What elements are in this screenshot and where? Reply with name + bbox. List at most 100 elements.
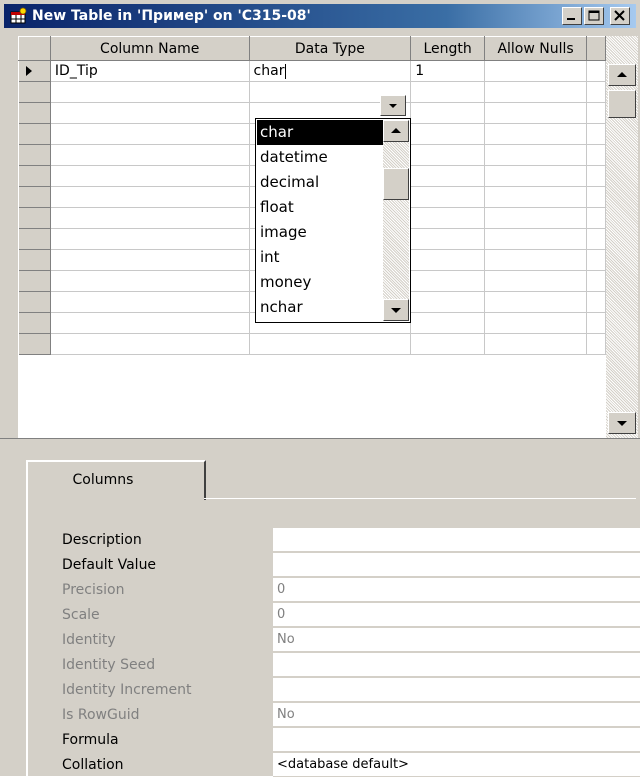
length-cell[interactable] xyxy=(410,333,486,355)
allow-nulls-cell[interactable] xyxy=(484,144,588,166)
tab-columns[interactable]: Columns xyxy=(26,460,206,500)
column-name-cell[interactable] xyxy=(50,249,250,271)
row-selector[interactable] xyxy=(18,186,51,208)
row-spacer xyxy=(586,81,606,103)
length-cell[interactable] xyxy=(410,165,486,187)
data-type-dropdown-list[interactable]: char datetime decimal float image int mo… xyxy=(255,118,411,323)
maximize-button[interactable] xyxy=(584,7,604,25)
close-button[interactable] xyxy=(610,7,630,25)
column-name-cell[interactable] xyxy=(50,81,250,103)
scroll-up-button[interactable] xyxy=(608,64,636,86)
dropdown-option[interactable]: float xyxy=(257,195,386,220)
property-label: Precision xyxy=(62,582,125,598)
column-name-cell[interactable] xyxy=(50,228,250,250)
allow-nulls-cell[interactable] xyxy=(484,312,588,334)
table-designer-icon xyxy=(10,7,27,24)
column-name-cell[interactable] xyxy=(50,186,250,208)
description-field[interactable] xyxy=(273,528,640,552)
dropdown-option[interactable]: nchar xyxy=(257,295,386,320)
formula-field[interactable] xyxy=(273,728,640,752)
row-selector[interactable] xyxy=(18,81,51,103)
dropdown-scroll-down-button[interactable] xyxy=(383,299,409,321)
column-name-cell[interactable] xyxy=(50,312,250,334)
column-header-name[interactable]: Column Name xyxy=(49,36,250,61)
dropdown-option[interactable]: decimal xyxy=(257,170,386,195)
row-selector[interactable] xyxy=(18,207,51,229)
data-type-combo[interactable]: char xyxy=(249,60,412,82)
column-name-cell[interactable] xyxy=(50,102,250,124)
length-cell[interactable] xyxy=(410,144,486,166)
allow-nulls-cell[interactable] xyxy=(484,60,588,82)
dropdown-option[interactable]: datetime xyxy=(257,145,386,170)
allow-nulls-cell[interactable] xyxy=(484,123,588,145)
length-cell[interactable] xyxy=(410,249,486,271)
row-selector[interactable] xyxy=(18,291,51,313)
title-bar[interactable]: New Table in 'Пример' on 'C315-08' xyxy=(4,4,636,28)
allow-nulls-cell[interactable] xyxy=(484,186,588,208)
row-selector[interactable] xyxy=(18,228,51,250)
allow-nulls-cell[interactable] xyxy=(484,291,588,313)
row-selector[interactable] xyxy=(18,60,51,82)
allow-nulls-cell[interactable] xyxy=(484,333,588,355)
length-cell[interactable] xyxy=(410,270,486,292)
scroll-thumb[interactable] xyxy=(608,90,636,118)
table-row[interactable]: ID_Tip char 1 xyxy=(18,60,606,82)
row-selector[interactable] xyxy=(18,144,51,166)
column-name-cell[interactable]: ID_Tip xyxy=(50,60,250,82)
dropdown-scroll-thumb[interactable] xyxy=(383,168,409,200)
scroll-down-button[interactable] xyxy=(608,412,636,434)
column-name-cell[interactable] xyxy=(50,123,250,145)
row-spacer xyxy=(586,291,606,313)
row-selector[interactable] xyxy=(18,123,51,145)
data-type-dropdown-button[interactable] xyxy=(380,95,406,116)
length-cell[interactable] xyxy=(410,207,486,229)
data-type-cell[interactable] xyxy=(249,333,412,355)
length-cell[interactable] xyxy=(410,186,486,208)
column-name-cell[interactable] xyxy=(50,207,250,229)
close-icon xyxy=(614,10,625,21)
length-cell[interactable] xyxy=(410,81,486,103)
column-header-nulls[interactable]: Allow Nulls xyxy=(484,36,588,61)
minimize-button[interactable] xyxy=(562,7,582,25)
dropdown-scrollbar[interactable] xyxy=(383,120,409,321)
column-header-length[interactable]: Length xyxy=(410,36,486,61)
property-label: Scale xyxy=(62,607,100,623)
column-name-cell[interactable] xyxy=(50,333,250,355)
collation-field[interactable]: <database default> xyxy=(273,753,640,777)
default-value-field[interactable] xyxy=(273,553,640,577)
allow-nulls-cell[interactable] xyxy=(484,228,588,250)
length-cell[interactable] xyxy=(410,102,486,124)
allow-nulls-cell[interactable] xyxy=(484,165,588,187)
row-selector[interactable] xyxy=(18,249,51,271)
dropdown-option[interactable]: money xyxy=(257,270,386,295)
length-cell[interactable] xyxy=(410,312,486,334)
grid-vertical-scrollbar[interactable] xyxy=(606,36,638,438)
length-cell[interactable] xyxy=(410,123,486,145)
dropdown-scroll-up-button[interactable] xyxy=(383,120,409,142)
length-cell[interactable] xyxy=(410,291,486,313)
allow-nulls-cell[interactable] xyxy=(484,102,588,124)
dropdown-option-selected[interactable]: char xyxy=(257,120,386,145)
row-selector[interactable] xyxy=(18,165,51,187)
allow-nulls-cell[interactable] xyxy=(484,81,588,103)
row-selector[interactable] xyxy=(18,102,51,124)
table-row[interactable] xyxy=(18,333,606,355)
precision-field: 0 xyxy=(273,578,640,602)
row-selector[interactable] xyxy=(18,333,51,355)
row-selector[interactable] xyxy=(18,270,51,292)
length-cell[interactable]: 1 xyxy=(410,60,486,82)
column-header-type[interactable]: Data Type xyxy=(248,36,412,61)
allow-nulls-cell[interactable] xyxy=(484,249,588,271)
column-name-cell[interactable] xyxy=(50,291,250,313)
column-name-cell[interactable] xyxy=(50,144,250,166)
dropdown-option[interactable]: int xyxy=(257,245,386,270)
identity-field: No xyxy=(273,628,640,652)
allow-nulls-cell[interactable] xyxy=(484,207,588,229)
column-name-cell[interactable] xyxy=(50,165,250,187)
column-name-cell[interactable] xyxy=(50,270,250,292)
row-selector[interactable] xyxy=(18,312,51,334)
table-row[interactable] xyxy=(18,81,606,103)
dropdown-option[interactable]: image xyxy=(257,220,386,245)
allow-nulls-cell[interactable] xyxy=(484,270,588,292)
length-cell[interactable] xyxy=(410,228,486,250)
